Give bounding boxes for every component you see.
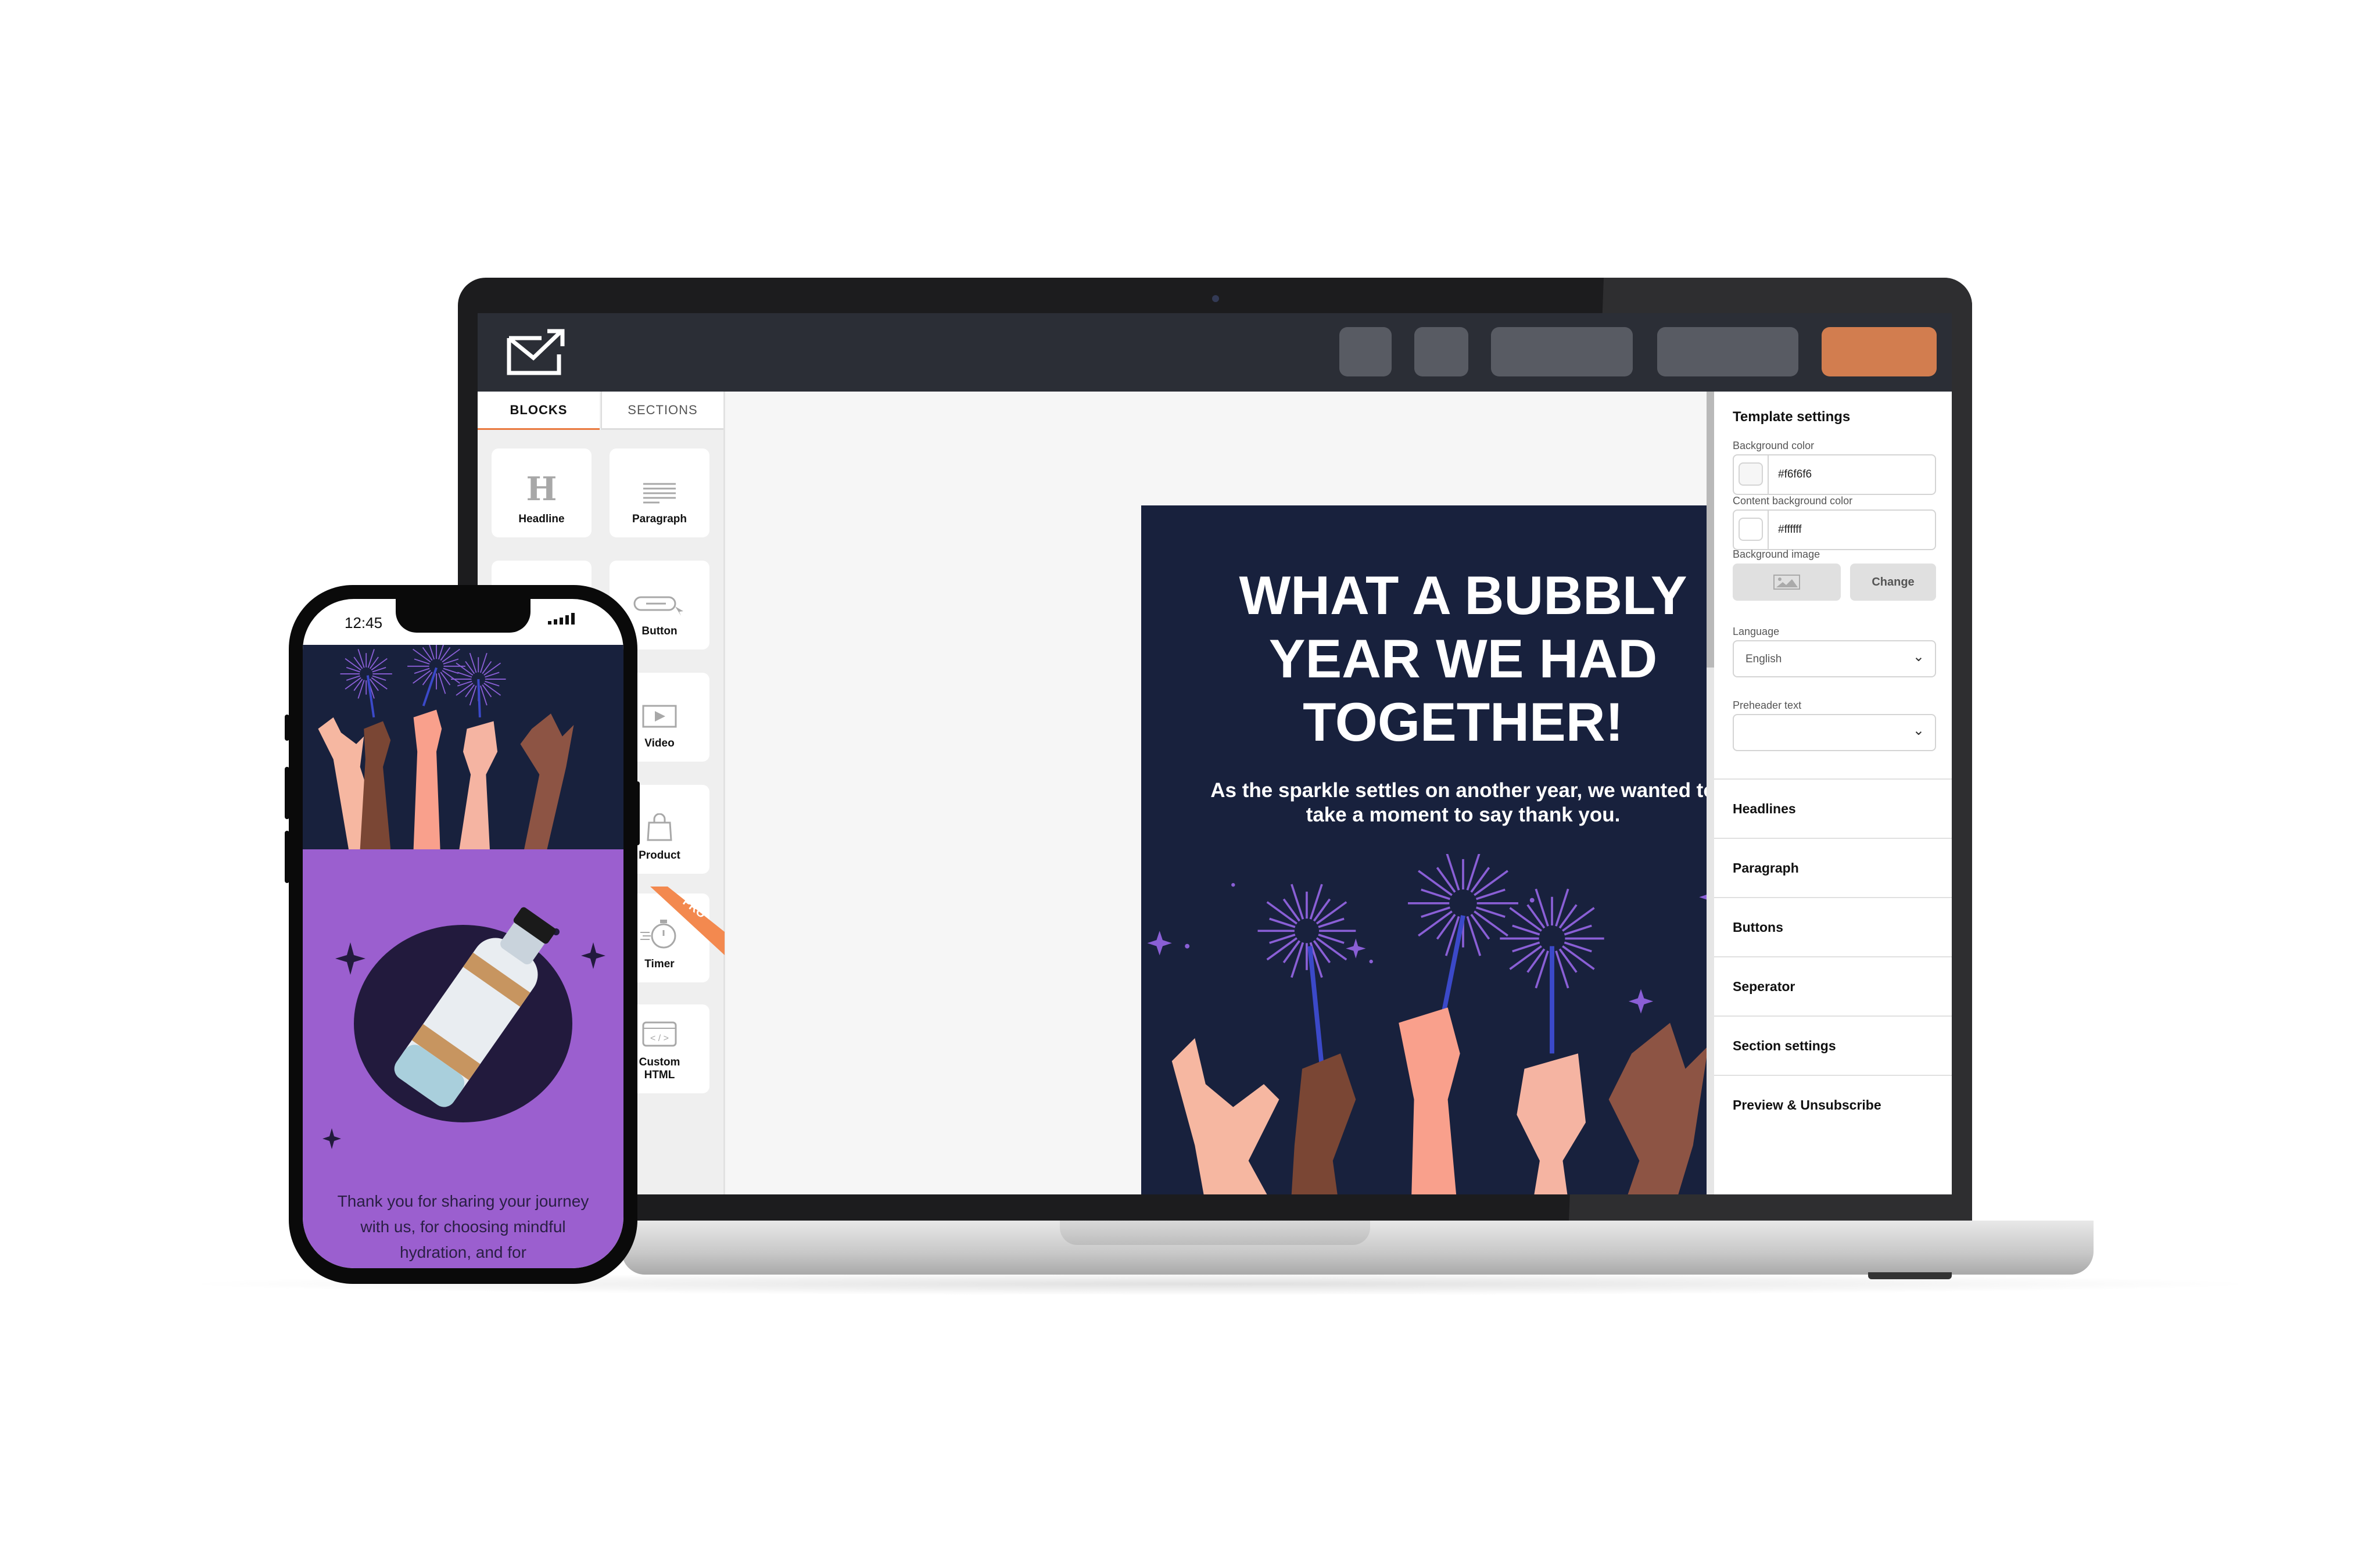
- color-swatch[interactable]: [1739, 518, 1763, 541]
- laptop-base-notch: [1060, 1221, 1370, 1245]
- language-label: Language: [1733, 626, 1780, 637]
- change-image-button[interactable]: Change: [1850, 564, 1936, 601]
- firework-ray: [1466, 854, 1481, 891]
- status-time: 12:45: [345, 614, 383, 631]
- background-color-field[interactable]: #f6f6f6: [1733, 454, 1936, 495]
- content-background-color-value: #ffffff: [1778, 523, 1802, 536]
- section-headlines[interactable]: Headlines: [1714, 778, 1952, 838]
- email-headline[interactable]: WHAT A BUBBLY YEAR WE HAD TOGETHER!: [1141, 564, 1785, 753]
- firework-ray: [438, 673, 446, 694]
- preheader-label: Preheader text: [1733, 699, 1802, 711]
- firework-ray: [442, 670, 460, 684]
- heading-icon: H: [526, 470, 557, 508]
- preheader-select[interactable]: ⌄: [1733, 714, 1936, 751]
- hand-5: [1608, 1022, 1709, 1194]
- language-select[interactable]: English ⌄: [1733, 640, 1936, 677]
- signal-icon: [548, 613, 575, 625]
- canvas-scrollbar-thumb[interactable]: [1707, 392, 1714, 668]
- section-preview-unsubscribe[interactable]: Preview & Unsubscribe: [1714, 1075, 1952, 1134]
- email-editor-screen: BLOCKS SECTIONS H Headline Paragraph But…: [478, 313, 1952, 1194]
- block-paragraph[interactable]: Paragraph: [610, 448, 709, 537]
- email-preview[interactable]: WHAT A BUBBLY YEAR WE HAD TOGETHER! As t…: [1141, 505, 1785, 1194]
- firework-ray: [413, 670, 431, 684]
- primary-action-button[interactable]: [1822, 327, 1937, 376]
- button-icon: [633, 596, 683, 616]
- toolbar-button-2[interactable]: [1414, 327, 1468, 376]
- email-canvas: WHAT A BUBBLY YEAR WE HAD TOGETHER! As t…: [725, 392, 1785, 1194]
- field-divider: [1768, 455, 1769, 494]
- block-label: Button: [641, 625, 678, 637]
- background-color-label: Background color: [1733, 440, 1815, 451]
- hand-2: [1291, 1053, 1356, 1194]
- svg-text:< / >: < / >: [650, 1034, 669, 1043]
- section-separator[interactable]: Seperator: [1714, 956, 1952, 1015]
- sparkle-icon: [1147, 875, 1757, 1014]
- block-label: Timer: [644, 958, 675, 970]
- block-headline[interactable]: H Headline: [492, 448, 592, 537]
- section-buttons[interactable]: Buttons: [1714, 897, 1952, 956]
- content-background-color-label: Content background color: [1733, 495, 1853, 507]
- background-image-label: Background image: [1733, 548, 1820, 560]
- tab-sections[interactable]: SECTIONS: [601, 392, 723, 430]
- settings-panel: Template settings Background color #f6f6…: [1714, 392, 1952, 1194]
- paragraph-icon: [643, 483, 676, 504]
- tab-blocks[interactable]: BLOCKS: [478, 392, 600, 430]
- hand-3: [1399, 1007, 1460, 1194]
- block-label: Paragraph: [632, 513, 687, 525]
- phone-mockup: 12:45 Thank you for sharing your journey…: [289, 585, 637, 1284]
- content-background-color-field[interactable]: #ffffff: [1733, 509, 1936, 550]
- firework-ray: [413, 648, 431, 663]
- shopping-bag-icon: [647, 813, 672, 841]
- background-color-value: #f6f6f6: [1778, 468, 1812, 480]
- panel-title: Template settings: [1733, 409, 1851, 425]
- toolbar-button-4[interactable]: [1657, 327, 1798, 376]
- block-label: Video: [644, 737, 675, 749]
- video-icon: [642, 705, 677, 728]
- section-settings[interactable]: Section settings: [1714, 1015, 1952, 1075]
- phone-email-body-text: Thank you for sharing your journey with …: [337, 1192, 589, 1261]
- block-label: Headline: [518, 513, 565, 525]
- toolbar-button-3[interactable]: [1491, 327, 1633, 376]
- chevron-down-icon: ⌄: [1912, 723, 1924, 738]
- product-bottle-illustration: [322, 907, 605, 1149]
- laptop-camera: [1212, 295, 1219, 302]
- firework-ray: [438, 638, 446, 660]
- chevron-down-icon: ⌄: [1912, 649, 1924, 665]
- section-paragraph[interactable]: Paragraph: [1714, 838, 1952, 897]
- hand-4: [1517, 1053, 1586, 1194]
- color-swatch[interactable]: [1739, 462, 1763, 486]
- email-subtext[interactable]: As the sparkle settles on another year, …: [1188, 778, 1739, 827]
- hand-1: [1171, 1038, 1279, 1194]
- celebration-illustration: [318, 638, 574, 849]
- firework-ray: [442, 648, 460, 663]
- laptop-foot: [1868, 1272, 1952, 1279]
- phone-email-hero-image: [303, 638, 623, 849]
- firework-ray: [426, 638, 435, 660]
- pro-ribbon-badge: PRO: [650, 887, 725, 955]
- firework-ray: [1446, 854, 1460, 891]
- phone-screen: 12:45 Thank you for sharing your journey…: [303, 599, 623, 1268]
- celebration-illustration: [1147, 854, 1757, 1194]
- language-value: English: [1745, 653, 1782, 665]
- block-label: Product: [639, 849, 680, 862]
- code-icon: < / >: [642, 1021, 677, 1047]
- image-placeholder-icon: [1773, 575, 1800, 590]
- top-toolbar: [478, 313, 1952, 392]
- toolbar-button-1[interactable]: [1339, 327, 1392, 376]
- field-divider: [1768, 511, 1769, 549]
- background-image-thumbnail[interactable]: [1733, 564, 1841, 601]
- phone-notch: [396, 599, 531, 633]
- mail-send-logo-icon: [507, 329, 565, 375]
